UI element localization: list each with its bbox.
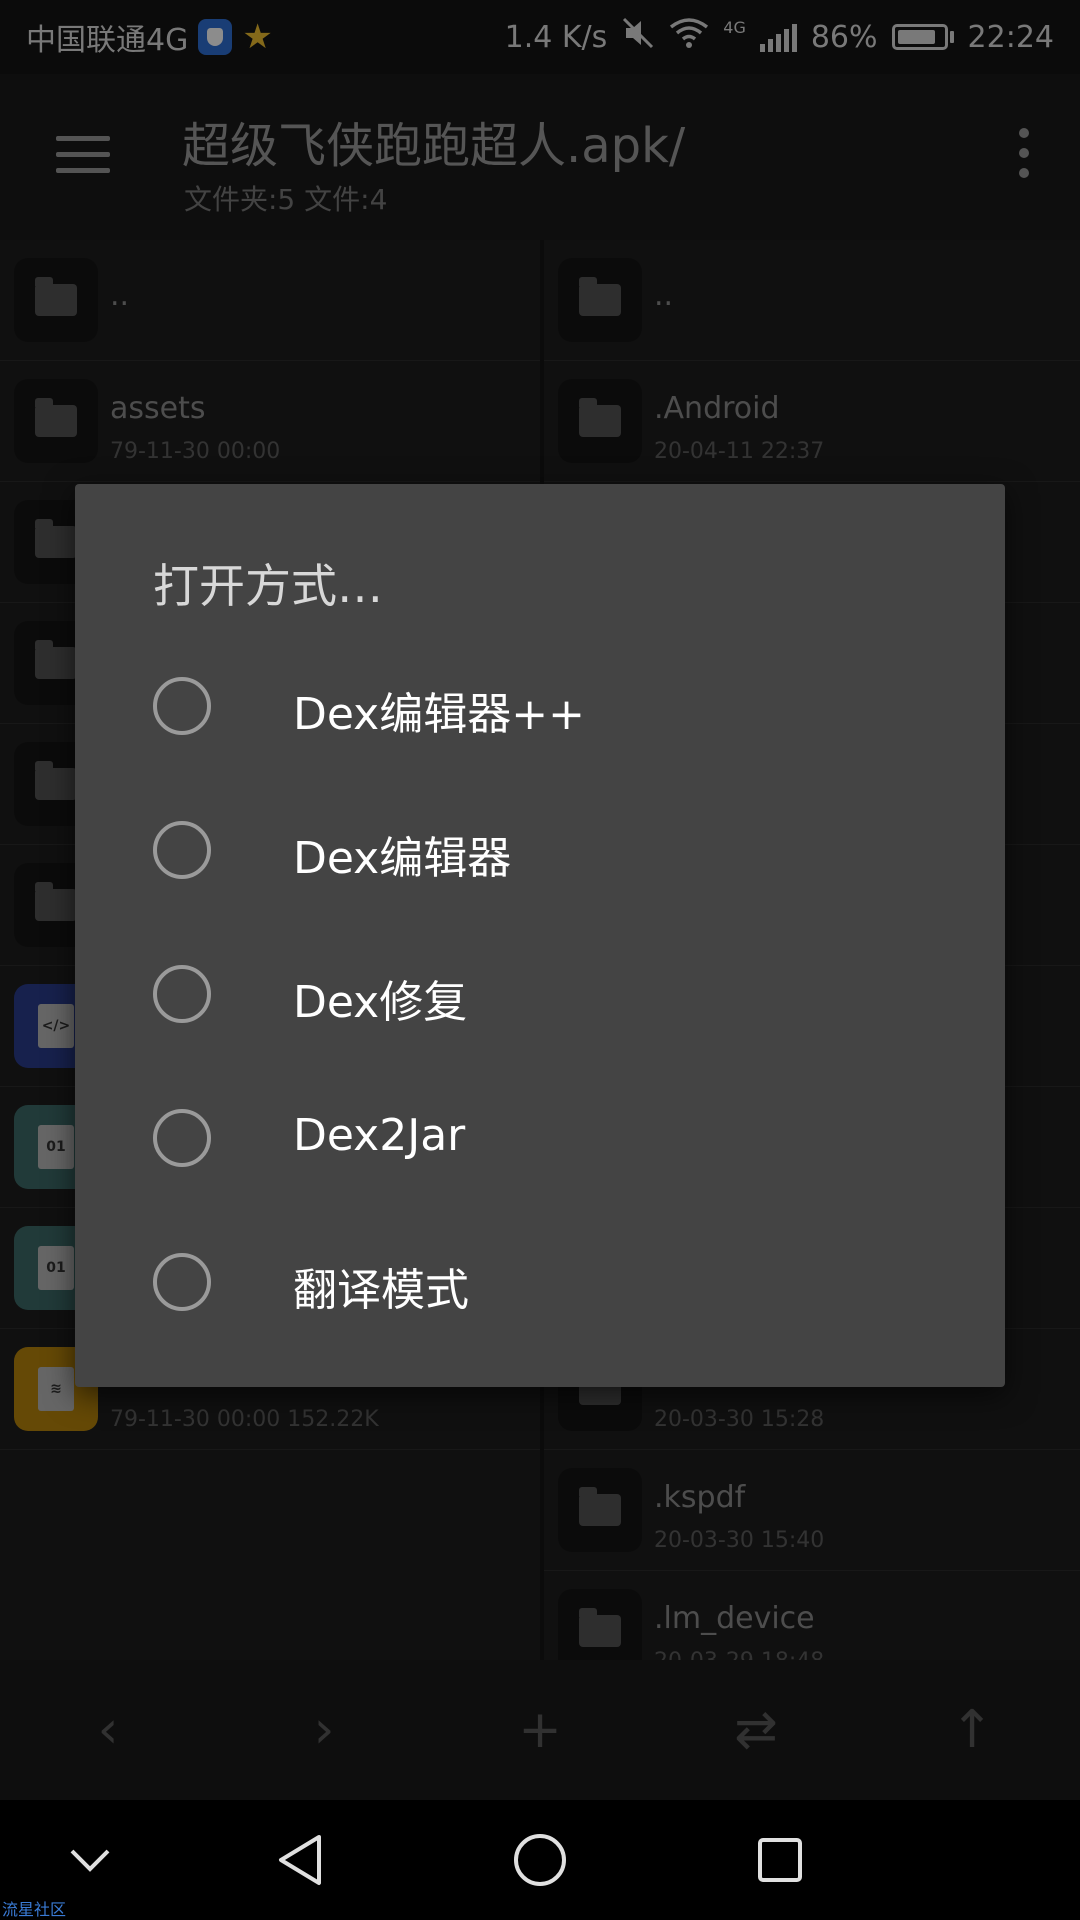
option-label: Dex编辑器 [293, 833, 512, 884]
dialog-title: 打开方式… [153, 559, 383, 613]
nav-back-icon[interactable] [268, 1828, 332, 1892]
option-dex-editor[interactable]: Dex编辑器 [75, 778, 1005, 922]
radio-icon[interactable] [153, 965, 211, 1023]
open-with-dialog: 打开方式… Dex编辑器++ Dex编辑器 Dex修复 Dex2Jar 翻译模式 [75, 484, 1005, 1387]
option-dex-editor-plus[interactable]: Dex编辑器++ [75, 634, 1005, 778]
system-nav-bar: 流星社区 [0, 1800, 1080, 1920]
option-label: Dex编辑器++ [293, 689, 585, 740]
watermark-text: 流星社区 [2, 1900, 67, 1919]
radio-icon[interactable] [153, 1253, 211, 1311]
option-translate-mode[interactable]: 翻译模式 [75, 1210, 1005, 1354]
hide-nav-chevron-icon[interactable] [58, 1828, 122, 1892]
option-dex2jar[interactable]: Dex2Jar [75, 1066, 1005, 1210]
nav-recents-icon[interactable] [748, 1828, 812, 1892]
option-label: Dex2Jar [293, 1110, 466, 1161]
option-label: Dex修复 [293, 977, 468, 1028]
option-label: 翻译模式 [293, 1265, 469, 1316]
nav-home-icon[interactable] [508, 1828, 572, 1892]
radio-icon[interactable] [153, 677, 211, 735]
option-dex-repair[interactable]: Dex修复 [75, 922, 1005, 1066]
radio-icon[interactable] [153, 1109, 211, 1167]
radio-icon[interactable] [153, 821, 211, 879]
